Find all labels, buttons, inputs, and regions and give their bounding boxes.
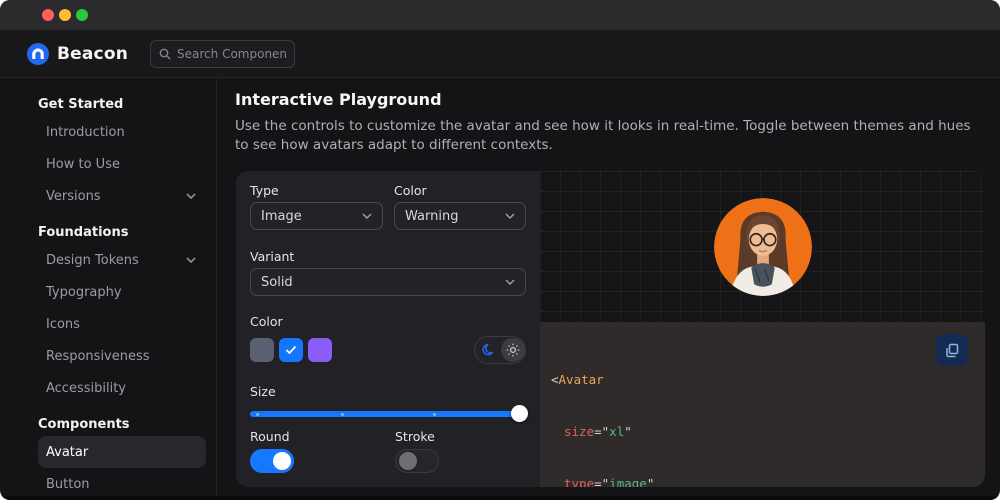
- sidebar-item-how-to-use[interactable]: How to Use: [38, 148, 206, 180]
- brand: Beacon: [27, 43, 128, 65]
- size-label: Size: [250, 384, 276, 399]
- size-slider-track[interactable]: [250, 411, 527, 417]
- app-window: Beacon Get Started Introduction How to U…: [0, 0, 1000, 500]
- avatar-image: [714, 198, 812, 296]
- color-dropdown[interactable]: Warning: [394, 202, 526, 230]
- round-label: Round: [250, 429, 290, 444]
- moon-icon[interactable]: [477, 338, 501, 362]
- sidebar-item-introduction[interactable]: Introduction: [38, 116, 206, 148]
- round-toggle[interactable]: [250, 449, 294, 473]
- zoom-window-button[interactable]: [76, 9, 88, 21]
- sidebar-section-title: Foundations: [0, 220, 216, 244]
- color-dropdown-value: Warning: [405, 209, 458, 224]
- page-description: Use the controls to customize the avatar…: [235, 117, 987, 155]
- title-bar: [0, 0, 1000, 30]
- sidebar-item-design-tokens[interactable]: Design Tokens: [38, 244, 206, 276]
- variant-dropdown-value: Solid: [261, 275, 293, 290]
- size-slider-thumb[interactable]: [511, 405, 528, 422]
- slider-tick: [256, 413, 259, 416]
- copy-icon: [945, 343, 960, 358]
- color-select-label: Color: [394, 183, 427, 198]
- sidebar-section-title: Components: [0, 412, 216, 436]
- sidebar-item-button[interactable]: Button: [38, 468, 206, 496]
- sidebar-item-typography[interactable]: Typography: [38, 276, 206, 308]
- round-toggle-knob: [273, 452, 291, 470]
- avatar-code-snippet: <Avatar size="xl" type="image" color="wa…: [551, 337, 973, 487]
- avatar-preview-area: [540, 171, 985, 322]
- sidebar-item-versions[interactable]: Versions: [38, 180, 206, 212]
- sidebar-item-responsiveness[interactable]: Responsiveness: [38, 340, 206, 372]
- type-label: Type: [250, 183, 279, 198]
- search-input[interactable]: [177, 47, 286, 61]
- search-icon: [159, 48, 171, 60]
- type-dropdown-value: Image: [261, 209, 302, 224]
- chevron-down-icon: [186, 193, 196, 199]
- brand-name: Beacon: [57, 44, 128, 64]
- sidebar-section-title: Get Started: [0, 92, 216, 116]
- variant-dropdown[interactable]: Solid: [250, 268, 526, 296]
- stroke-toggle[interactable]: [395, 449, 439, 473]
- type-dropdown[interactable]: Image: [250, 202, 383, 230]
- sidebar-item-icons[interactable]: Icons: [38, 308, 206, 340]
- controls-panel: Type Color Image Warning Variant Solid: [236, 171, 540, 487]
- swatch-purple[interactable]: [308, 338, 332, 362]
- close-window-button[interactable]: [42, 9, 54, 21]
- copy-code-button[interactable]: [936, 334, 968, 366]
- chevron-down-icon: [186, 257, 196, 263]
- swatch-group-label: Color: [250, 314, 283, 329]
- sidebar-section-foundations: Foundations Design Tokens Typography Ico…: [0, 220, 216, 404]
- window-bottom-edge: [0, 496, 1000, 500]
- sidebar: Get Started Introduction How to Use Vers…: [0, 79, 217, 496]
- sidebar-section-get-started: Get Started Introduction How to Use Vers…: [0, 92, 216, 212]
- sun-icon[interactable]: [501, 338, 525, 362]
- page-title: Interactive Playground: [235, 90, 442, 109]
- theme-toggle[interactable]: [474, 336, 526, 364]
- stroke-toggle-knob: [399, 452, 417, 470]
- chevron-down-icon: [505, 213, 515, 219]
- minimize-window-button[interactable]: [59, 9, 71, 21]
- check-icon: [285, 345, 297, 355]
- chevron-down-icon: [505, 279, 515, 285]
- sidebar-item-avatar[interactable]: Avatar: [38, 436, 206, 468]
- app-header: Beacon: [0, 30, 1000, 78]
- sidebar-item-accessibility[interactable]: Accessibility: [38, 372, 206, 404]
- main-content: Interactive Playground Use the controls …: [218, 79, 1000, 496]
- code-block: <Avatar size="xl" type="image" color="wa…: [540, 322, 985, 487]
- swatch-blue-selected[interactable]: [279, 338, 303, 362]
- swatch-gray[interactable]: [250, 338, 274, 362]
- size-slider[interactable]: [250, 405, 527, 422]
- chevron-down-icon: [362, 213, 372, 219]
- sidebar-section-components: Components Avatar Button: [0, 412, 216, 496]
- slider-tick: [433, 413, 436, 416]
- search-box[interactable]: [150, 40, 295, 68]
- beacon-logo-icon: [27, 43, 49, 65]
- variant-label: Variant: [250, 249, 294, 264]
- playground-card: Type Color Image Warning Variant Solid: [236, 171, 985, 487]
- stroke-label: Stroke: [395, 429, 435, 444]
